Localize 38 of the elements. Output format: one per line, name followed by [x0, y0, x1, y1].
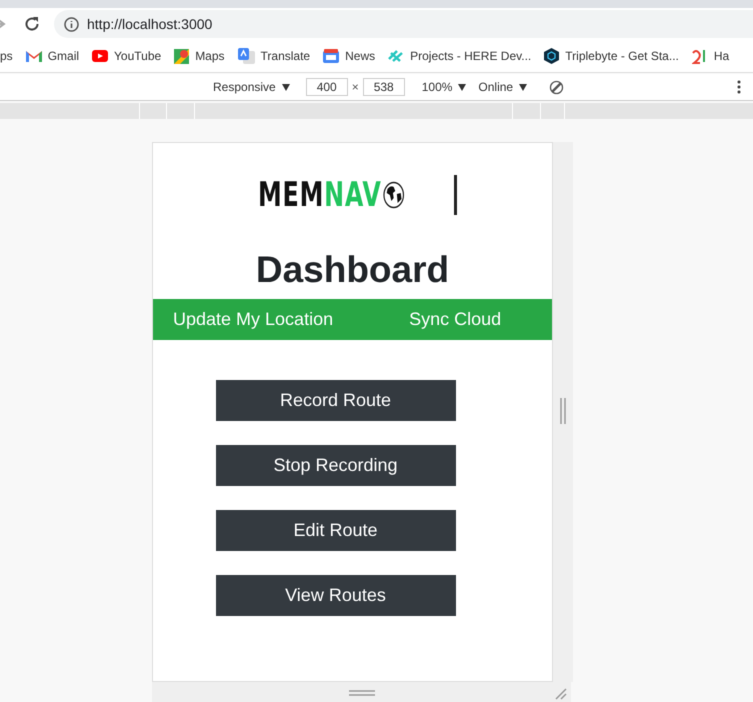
- more-icon[interactable]: [737, 80, 741, 94]
- numbers-icon: [692, 48, 708, 64]
- caret-icon: [282, 84, 290, 90]
- map-pin-icon: [174, 48, 190, 64]
- bookmark[interactable]: News: [323, 49, 376, 63]
- bookmark[interactable]: Ha: [692, 48, 730, 64]
- caret-icon: [458, 84, 466, 90]
- reload-icon[interactable]: [24, 16, 40, 32]
- bookmark[interactable]: Gmail: [26, 49, 80, 63]
- zoom-dropdown[interactable]: 100%: [422, 80, 466, 94]
- caret-icon: [519, 84, 528, 90]
- width-field[interactable]: 400: [306, 78, 348, 96]
- bookmark[interactable]: Projects - HERE Dev...: [388, 49, 532, 63]
- bookmark[interactable]: YouTube: [92, 49, 162, 63]
- play-icon: [92, 50, 108, 62]
- url-text[interactable]: http://localhost:3000: [87, 16, 212, 32]
- translate-icon: [238, 48, 255, 64]
- page-title: Dashboard: [256, 249, 450, 291]
- height-field[interactable]: 538: [362, 78, 405, 96]
- resize-handle-icon[interactable]: [348, 690, 374, 696]
- action-button[interactable]: Edit Route: [216, 510, 456, 551]
- times-sign: ×: [352, 80, 359, 94]
- hexagon-icon: [544, 48, 560, 64]
- bookmark[interactable]: Triplebyte - Get Sta...: [544, 48, 679, 64]
- network-dropdown[interactable]: Online: [478, 80, 528, 94]
- text-cursor: [454, 175, 458, 215]
- bookmark[interactable]: ps: [0, 49, 13, 63]
- resize-handle-icon[interactable]: [560, 398, 566, 424]
- action-button[interactable]: View Routes: [216, 575, 456, 616]
- action-button[interactable]: Record Route: [216, 380, 456, 421]
- mail-icon: [26, 50, 42, 62]
- action-button[interactable]: Stop Recording: [216, 445, 456, 486]
- info-icon[interactable]: [64, 16, 79, 32]
- news-icon: [323, 49, 340, 63]
- device-dropdown[interactable]: Responsive: [213, 80, 290, 94]
- logo: MEMNAV: [258, 175, 405, 215]
- bookmark[interactable]: Translate: [238, 48, 310, 64]
- bookmark[interactable]: Maps: [174, 48, 225, 64]
